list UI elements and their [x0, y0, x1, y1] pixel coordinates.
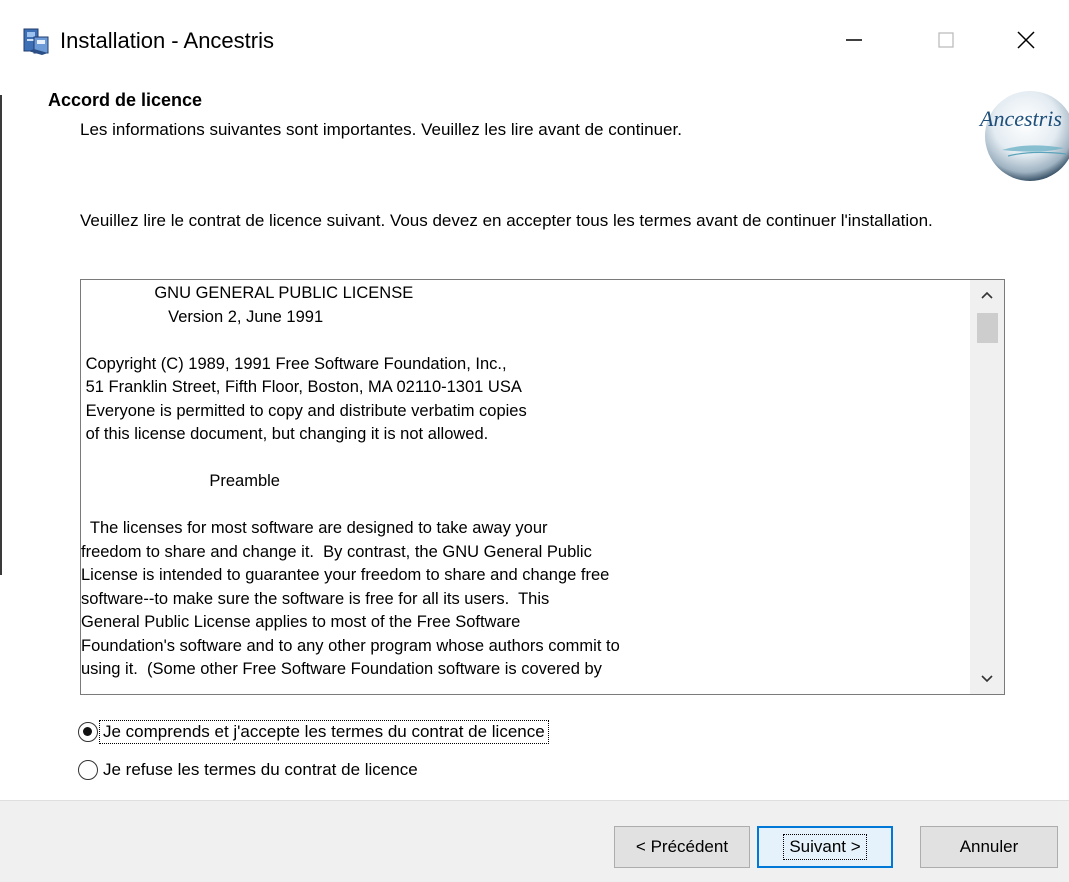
accept-license-option[interactable]: Je comprends et j'accepte les termes du … — [78, 718, 549, 746]
title-bar: Installation - Ancestris — [0, 0, 1069, 80]
window-title: Installation - Ancestris — [60, 28, 274, 53]
license-line: The licenses for most software are desig… — [81, 519, 548, 537]
previous-button[interactable]: < Précédent — [614, 826, 750, 868]
page-title: Accord de licence — [48, 90, 203, 110]
license-line: Everyone is permitted to copy and distri… — [81, 401, 527, 420]
license-line: 51 Franklin Street, Fifth Floor, Boston,… — [81, 378, 522, 396]
license-line: Copyright (C) 1989, 1991 Free Software F… — [81, 354, 507, 373]
license-text: GNU GENERAL PUBLIC LICENSE Version 2, Ju… — [81, 282, 969, 682]
window-left-frame — [0, 95, 2, 575]
close-icon — [1017, 31, 1035, 49]
refuse-radio-label[interactable]: Je refuse les termes du contrat de licen… — [100, 759, 421, 781]
license-instructions: Veuillez lire le contrat de licence suiv… — [80, 211, 933, 230]
license-line — [81, 329, 969, 353]
license-line — [81, 494, 969, 518]
license-line — [81, 447, 969, 471]
refuse-license-option[interactable]: Je refuse les termes du contrat de licen… — [78, 756, 421, 784]
cancel-button-label: Annuler — [959, 837, 1019, 856]
license-text-area[interactable]: GNU GENERAL PUBLIC LICENSE Version 2, Ju… — [80, 279, 1005, 695]
license-line: using it. (Some other Free Software Foun… — [81, 660, 602, 678]
minimize-button[interactable] — [822, 14, 886, 66]
maximize-button[interactable] — [914, 14, 978, 66]
license-line: Preamble — [81, 472, 280, 490]
scroll-up-button[interactable] — [970, 280, 1004, 310]
accept-radio[interactable] — [78, 722, 98, 742]
refuse-radio[interactable] — [78, 760, 98, 780]
license-line: Foundation's software and to any other p… — [81, 636, 620, 655]
license-line: of this license document, but changing i… — [81, 425, 489, 443]
next-button[interactable]: Suivant > — [757, 826, 893, 868]
previous-button-label: < Précédent — [635, 837, 729, 856]
cancel-button[interactable]: Annuler — [920, 826, 1058, 868]
close-button[interactable] — [994, 14, 1058, 66]
chevron-down-icon — [981, 675, 993, 683]
next-button-label: Suivant > — [783, 834, 867, 860]
logo-text: Ancestris — [978, 106, 1062, 131]
license-line: software--to make sure the software is f… — [81, 589, 550, 608]
chevron-up-icon — [981, 291, 993, 299]
license-scrollbar[interactable] — [970, 280, 1004, 694]
scroll-down-button[interactable] — [970, 664, 1004, 694]
license-line: freedom to share and change it. By contr… — [81, 542, 592, 561]
license-line: License is intended to guarantee your fr… — [81, 566, 610, 584]
page-subtitle: Les informations suivantes sont importan… — [80, 120, 682, 139]
setup-package-icon[interactable] — [22, 25, 50, 57]
maximize-icon — [938, 32, 954, 48]
button-bar — [0, 800, 1069, 882]
ancestris-logo: Ancestris — [972, 90, 1069, 182]
minimize-icon — [846, 39, 862, 41]
license-line: GNU GENERAL PUBLIC LICENSE — [81, 284, 414, 302]
scroll-thumb[interactable] — [977, 313, 998, 343]
license-line: General Public License applies to most o… — [81, 613, 521, 631]
accept-radio-label[interactable]: Je comprends et j'accepte les termes du … — [99, 720, 549, 744]
license-line: Version 2, June 1991 — [81, 307, 324, 326]
